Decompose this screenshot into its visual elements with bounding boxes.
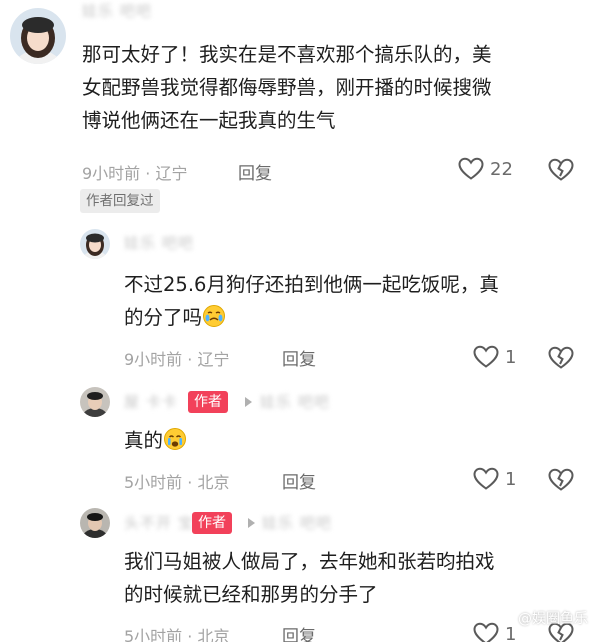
reply-button[interactable]: 回复 (238, 159, 272, 184)
like-count: 1 (505, 346, 517, 368)
reply-to-username[interactable]: 娃乐 吧吧 (260, 391, 330, 412)
comment-text: 那可太好了！我实在是不喜欢那个搞乐队的，美 女配野兽我觉得都侮辱野兽，刚开播的时… (82, 38, 582, 137)
comment-text-line: 真的 (124, 424, 584, 461)
comment-text-line: 我们马姐被人做局了，去年她和张若昀拍戏 (124, 550, 495, 573)
watermark-logo-icon (499, 610, 515, 626)
author-replied-badge: 作者回复过 (80, 189, 160, 213)
username[interactable]: 头不开 宝 (124, 512, 194, 533)
avatar[interactable] (10, 8, 66, 64)
broken-heart-icon (548, 346, 574, 369)
like-count: 1 (505, 468, 517, 490)
dislike-button[interactable] (548, 468, 574, 492)
crying-face-icon (202, 304, 226, 338)
comment-text: 我们马姐被人做局了，去年她和张若昀拍戏 的时候就已经和那男的分手了 (124, 545, 584, 611)
comment-text-line: 女配野兽我觉得都侮辱野兽，刚开播的时候搜微 (82, 76, 492, 99)
crying-face-icon (163, 427, 187, 461)
comment-text-line: 博说他俩还在一起我真的生气 (82, 109, 336, 132)
like-count: 22 (490, 158, 513, 180)
comment-text-line: 的分了吗 (124, 301, 584, 338)
comment-time-location: 9小时前 · 辽宁 (124, 350, 230, 369)
reply-to-username[interactable]: 娃乐 吧吧 (262, 512, 332, 533)
username[interactable]: 娃乐 吧吧 (124, 232, 194, 253)
comment-time-location: 9小时前 · 辽宁 (82, 164, 188, 183)
username[interactable]: 屋 卡卡 (124, 391, 178, 412)
like-button[interactable]: 1 (473, 467, 516, 491)
author-tag: 作者 (192, 512, 232, 534)
comment-time-location: 5小时前 · 北京 (124, 473, 230, 492)
author-tag: 作者 (188, 391, 228, 413)
reply-button[interactable]: 回复 (282, 468, 316, 493)
comment-text-line: 的时候就已经和那男的分手了 (124, 583, 378, 606)
heart-icon (458, 157, 484, 180)
dislike-button[interactable] (548, 158, 574, 182)
comment-text-line: 那可太好了！我实在是不喜欢那个搞乐队的，美 (82, 43, 492, 66)
heart-icon (473, 345, 499, 368)
comment-text: 不过25.6月狗仔还拍到他俩一起吃饭呢，真 的分了吗 (124, 268, 584, 338)
reply-arrow-icon (248, 518, 255, 528)
reply-button[interactable]: 回复 (282, 622, 316, 642)
comment-text: 真的 (124, 424, 584, 461)
broken-heart-icon (548, 468, 574, 491)
dislike-button[interactable] (548, 346, 574, 370)
avatar[interactable] (80, 229, 110, 259)
comment-time-location: 5小时前 · 北京 (124, 627, 230, 642)
reply-arrow-icon (245, 397, 252, 407)
watermark: @娱圈鱼乐 (499, 608, 588, 628)
avatar[interactable] (80, 508, 110, 538)
like-button[interactable]: 1 (473, 345, 516, 369)
broken-heart-icon (548, 158, 574, 181)
reply-button[interactable]: 回复 (282, 345, 316, 370)
comment-text-line: 不过25.6月狗仔还拍到他俩一起吃饭呢，真 (124, 273, 499, 296)
like-button[interactable]: 22 (458, 157, 513, 181)
username[interactable]: 娃乐 吧吧 (82, 0, 152, 21)
heart-icon (473, 467, 499, 490)
watermark-text: @娱圈鱼乐 (518, 611, 588, 627)
avatar[interactable] (80, 387, 110, 417)
heart-icon (473, 622, 499, 642)
